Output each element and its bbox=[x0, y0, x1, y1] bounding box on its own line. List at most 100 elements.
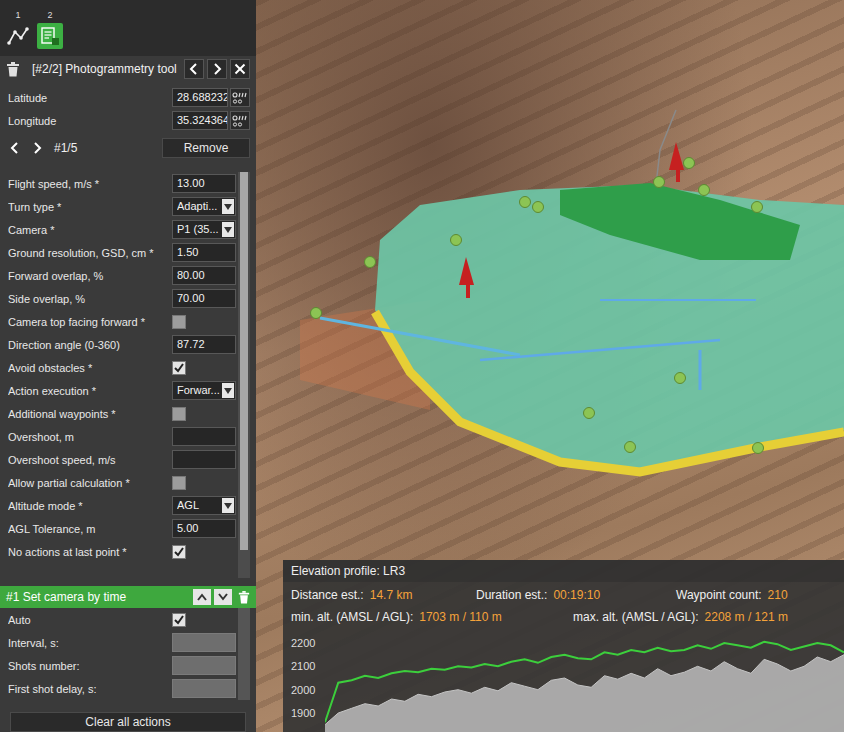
dropdown-arrow-icon bbox=[224, 503, 232, 509]
parameter-label: Allow partial calculation * bbox=[8, 477, 172, 489]
waypoint-marker[interactable] bbox=[533, 202, 544, 213]
parameter-scrollbar[interactable] bbox=[238, 172, 250, 578]
clear-actions-button[interactable]: Clear all actions bbox=[10, 712, 246, 732]
parameter-control bbox=[172, 427, 236, 446]
degree-format-icon bbox=[232, 115, 248, 127]
stat-label: Duration est.: bbox=[476, 588, 547, 602]
waypoint-marker[interactable] bbox=[365, 257, 376, 268]
next-tool-button[interactable] bbox=[207, 59, 227, 79]
waypoint-marker[interactable] bbox=[625, 442, 636, 453]
flight-line bbox=[320, 318, 520, 355]
checkbox[interactable] bbox=[172, 361, 186, 375]
parameter-label: Forward overlap, % bbox=[8, 270, 172, 282]
parameter-control bbox=[172, 545, 236, 559]
move-down-button[interactable] bbox=[214, 589, 232, 605]
chevron-down-icon bbox=[218, 593, 228, 601]
remove-button[interactable]: Remove bbox=[162, 138, 250, 158]
parameter-control: 80.00 bbox=[172, 266, 236, 285]
waypoint-marker[interactable] bbox=[520, 197, 531, 208]
chevron-right-icon[interactable] bbox=[32, 142, 42, 154]
parameter-control: Adapti... bbox=[172, 197, 236, 216]
number-field[interactable]: 1.50 bbox=[172, 243, 236, 262]
number-field[interactable] bbox=[172, 656, 236, 675]
coordinate-format-button[interactable] bbox=[230, 88, 250, 107]
checkbox[interactable] bbox=[172, 545, 186, 559]
dropdown-arrow-box bbox=[222, 383, 234, 398]
tool-tab[interactable]: 2 bbox=[37, 10, 63, 49]
elevation-profile-panel: Elevation profile: LR3Distance est.:14.7… bbox=[283, 560, 844, 732]
dropdown[interactable]: Forwar... bbox=[172, 381, 236, 400]
action-settings: AutoInterval, s:Shots number:First shot … bbox=[0, 608, 256, 700]
parameter-label: Additional waypoints * bbox=[8, 408, 172, 420]
coordinate-format-button[interactable] bbox=[230, 111, 250, 130]
dropdown[interactable]: P1 (35... bbox=[172, 220, 236, 239]
coordinate-field[interactable]: 28.6882323 bbox=[172, 88, 228, 107]
parameter-control: P1 (35... bbox=[172, 220, 236, 239]
waypoint-marker[interactable] bbox=[684, 158, 695, 169]
action-field-row: Shots number: bbox=[0, 654, 238, 677]
action-field-label: Auto bbox=[8, 614, 172, 626]
coordinate-row: Longitude35.3243644 bbox=[0, 109, 256, 132]
stat-item: min. alt. (AMSL / AGL):1703 m / 110 m bbox=[291, 610, 573, 624]
parameter-control bbox=[172, 315, 236, 329]
y-axis-tick: 1900 bbox=[291, 706, 315, 720]
action-field-control bbox=[172, 633, 236, 652]
checkbox[interactable] bbox=[172, 407, 186, 421]
action-field-control bbox=[172, 656, 236, 675]
number-field[interactable]: 87.72 bbox=[172, 335, 236, 354]
terrain-3d-view[interactable]: Elevation profile: LR3Distance est.:14.7… bbox=[256, 0, 844, 732]
profile-stats: Distance est.:14.7 kmDuration est.:00:19… bbox=[283, 582, 844, 630]
parameter-row: Camera top facing forward * bbox=[0, 310, 238, 333]
trash-icon[interactable] bbox=[6, 62, 20, 77]
waypoint-marker[interactable] bbox=[752, 202, 763, 213]
tool-header: [#2/2] Photogrammetry tool bbox=[0, 56, 256, 82]
scrollbar-thumb[interactable] bbox=[240, 172, 248, 550]
parameters-section: Flight speed, m/s *13.00Turn type *Adapt… bbox=[0, 172, 256, 578]
number-field[interactable]: 5.00 bbox=[172, 519, 236, 538]
parameter-label: Overshoot, m bbox=[8, 431, 172, 443]
number-field[interactable]: 13.00 bbox=[172, 174, 236, 193]
parameter-label: Flight speed, m/s * bbox=[8, 178, 172, 190]
waypoint-marker[interactable] bbox=[654, 177, 665, 188]
checkbox[interactable] bbox=[172, 476, 186, 490]
previous-tool-button[interactable] bbox=[184, 59, 204, 79]
chevron-left-icon[interactable] bbox=[10, 142, 20, 154]
waypoint-marker[interactable] bbox=[675, 373, 686, 384]
waypoint-marker[interactable] bbox=[451, 235, 462, 246]
move-up-button[interactable] bbox=[193, 589, 211, 605]
number-field[interactable] bbox=[172, 679, 236, 698]
tool-panel: 12[#2/2] Photogrammetry toolLatitude28.6… bbox=[0, 0, 256, 732]
dropdown-value: Adapti... bbox=[177, 198, 222, 215]
stat-label: Distance est.: bbox=[291, 588, 364, 602]
checkbox[interactable] bbox=[172, 613, 186, 627]
waypoint-marker[interactable] bbox=[311, 308, 322, 319]
coordinate-label: Longitude bbox=[8, 115, 172, 127]
checkbox[interactable] bbox=[172, 315, 186, 329]
stat-label: max. alt. (AMSL / AGL): bbox=[573, 610, 699, 624]
flight-line bbox=[600, 299, 756, 301]
number-field[interactable]: 70.00 bbox=[172, 289, 236, 308]
number-field[interactable] bbox=[172, 450, 236, 469]
tool-title: [#2/2] Photogrammetry tool bbox=[32, 62, 181, 76]
start-arrow-icon bbox=[669, 142, 684, 182]
segment-position: #1/5 bbox=[54, 141, 77, 155]
waypoint-marker[interactable] bbox=[699, 185, 710, 196]
waypoint-marker[interactable] bbox=[753, 443, 764, 454]
tool-tab[interactable]: 1 bbox=[5, 10, 31, 49]
action-field-row: First shot delay, s: bbox=[0, 677, 238, 700]
action-scrollbar[interactable] bbox=[238, 608, 250, 700]
flight-line bbox=[480, 340, 720, 360]
elevation-profile-body: Distance est.:14.7 kmDuration est.:00:19… bbox=[283, 582, 844, 732]
dropdown[interactable]: AGL bbox=[172, 496, 236, 515]
close-button[interactable] bbox=[230, 59, 250, 79]
number-field[interactable]: 80.00 bbox=[172, 266, 236, 285]
stat-label: min. alt. (AMSL / AGL): bbox=[291, 610, 413, 624]
waypoint-marker[interactable] bbox=[584, 408, 595, 419]
coordinate-field[interactable]: 35.3243644 bbox=[172, 111, 228, 130]
parameter-row: Forward overlap, %80.00 bbox=[0, 264, 238, 287]
number-field[interactable] bbox=[172, 427, 236, 446]
parameter-control: 1.50 bbox=[172, 243, 236, 262]
dropdown[interactable]: Adapti... bbox=[172, 197, 236, 216]
trash-icon[interactable] bbox=[238, 591, 250, 604]
number-field[interactable] bbox=[172, 633, 236, 652]
